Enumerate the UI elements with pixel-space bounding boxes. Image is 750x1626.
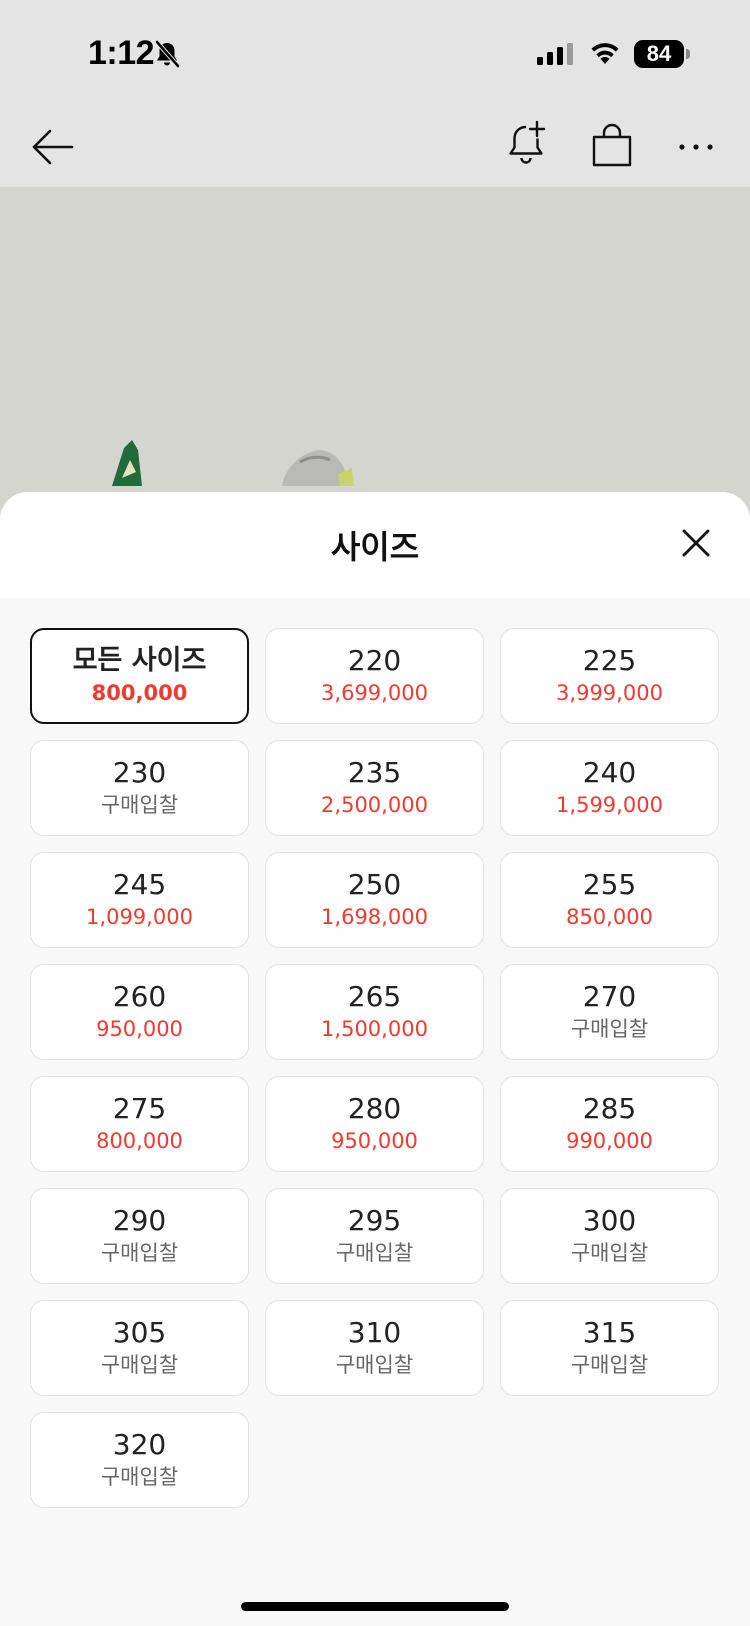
size-bid-label: 구매입찰 [100, 1353, 179, 1377]
size-bid-label: 구매입찰 [335, 1353, 414, 1377]
home-indicator[interactable] [241, 1602, 509, 1611]
size-price: 2,500,000 [321, 793, 428, 817]
size-label: 320 [112, 1428, 167, 1461]
size-option-285[interactable]: 285 990,000 [500, 1076, 719, 1172]
size-option-305[interactable]: 305 구매입찰 [30, 1300, 249, 1396]
size-option-255[interactable]: 255 850,000 [500, 852, 719, 948]
size-label: 235 [347, 756, 402, 789]
status-bar: 1:12 84 [0, 0, 750, 105]
size-option-245[interactable]: 245 1,099,000 [30, 852, 249, 948]
size-label: 315 [582, 1316, 637, 1349]
arrow-left-icon [32, 129, 74, 165]
bell-off-icon [154, 40, 180, 72]
size-label: 250 [347, 868, 402, 901]
size-bid-label: 구매입찰 [570, 1353, 649, 1377]
size-bid-label: 구매입찰 [570, 1017, 649, 1041]
size-label: 245 [112, 868, 167, 901]
status-time: 1:12 [88, 34, 155, 72]
size-label: 260 [112, 980, 167, 1013]
product-image [0, 188, 750, 508]
size-label: 265 [347, 980, 402, 1013]
size-label: 290 [112, 1204, 167, 1237]
size-option-320[interactable]: 320 구매입찰 [30, 1412, 249, 1508]
size-price: 1,099,000 [86, 905, 193, 929]
size-bid-label: 구매입찰 [335, 1241, 414, 1265]
size-label: 240 [582, 756, 637, 789]
size-option-295[interactable]: 295 구매입찰 [265, 1188, 484, 1284]
size-option-225[interactable]: 225 3,999,000 [500, 628, 719, 724]
size-option-270[interactable]: 270 구매입찰 [500, 964, 719, 1060]
size-option-275[interactable]: 275 800,000 [30, 1076, 249, 1172]
size-bid-label: 구매입찰 [570, 1241, 649, 1265]
size-selection-sheet: 사이즈 모든 사이즈 800,000 220 3,699,000 225 3,9… [0, 492, 750, 1626]
bell-plus-icon [509, 120, 546, 164]
size-grid: 모든 사이즈 800,000 220 3,699,000 225 3,999,0… [30, 628, 720, 1508]
size-label: 300 [582, 1204, 637, 1237]
size-price: 990,000 [566, 1129, 653, 1153]
size-option-300[interactable]: 300 구매입찰 [500, 1188, 719, 1284]
size-option-265[interactable]: 265 1,500,000 [265, 964, 484, 1060]
size-price: 1,599,000 [556, 793, 663, 817]
size-label: 305 [112, 1316, 167, 1349]
size-price: 3,699,000 [321, 681, 428, 705]
size-label: 280 [347, 1092, 402, 1125]
sheet-header: 사이즈 [0, 492, 750, 598]
size-label: 230 [112, 756, 167, 789]
more-options-button[interactable] [676, 127, 716, 171]
close-icon [682, 529, 710, 557]
size-option-220[interactable]: 220 3,699,000 [265, 628, 484, 724]
size-option-315[interactable]: 315 구매입찰 [500, 1300, 719, 1396]
size-label: 275 [112, 1092, 167, 1125]
size-bid-label: 구매입찰 [100, 793, 179, 817]
size-price: 1,698,000 [321, 905, 428, 929]
size-option-250[interactable]: 250 1,698,000 [265, 852, 484, 948]
size-price: 800,000 [96, 1129, 183, 1153]
back-button[interactable] [28, 123, 76, 175]
more-horizontal-icon [679, 144, 713, 150]
size-label: 270 [582, 980, 637, 1013]
size-price: 800,000 [91, 681, 188, 705]
size-option-280[interactable]: 280 950,000 [265, 1076, 484, 1172]
cart-button[interactable] [590, 121, 634, 173]
size-price: 950,000 [96, 1017, 183, 1041]
size-option-230[interactable]: 230 구매입찰 [30, 740, 249, 836]
size-label: 285 [582, 1092, 637, 1125]
battery-cap [686, 49, 690, 59]
size-label: 모든 사이즈 [72, 645, 207, 676]
size-label: 225 [582, 644, 637, 677]
size-price: 1,500,000 [321, 1017, 428, 1041]
cellular-signal-icon [537, 43, 573, 69]
size-label: 295 [347, 1204, 402, 1237]
size-price: 950,000 [331, 1129, 418, 1153]
size-label: 220 [347, 644, 402, 677]
size-price: 3,999,000 [556, 681, 663, 705]
battery-indicator: 84 [634, 40, 684, 68]
size-option-260[interactable]: 260 950,000 [30, 964, 249, 1060]
size-price: 850,000 [566, 905, 653, 929]
close-button[interactable] [680, 527, 712, 563]
shopping-bag-icon [592, 123, 632, 167]
price-alert-button[interactable] [506, 119, 550, 173]
size-option-235[interactable]: 235 2,500,000 [265, 740, 484, 836]
size-option-310[interactable]: 310 구매입찰 [265, 1300, 484, 1396]
size-option-all[interactable]: 모든 사이즈 800,000 [30, 628, 249, 724]
size-option-290[interactable]: 290 구매입찰 [30, 1188, 249, 1284]
size-label: 255 [582, 868, 637, 901]
sheet-title: 사이즈 [330, 528, 420, 566]
size-bid-label: 구매입찰 [100, 1241, 179, 1265]
app-bar [0, 105, 750, 188]
wifi-icon [588, 40, 622, 70]
size-bid-label: 구매입찰 [100, 1465, 179, 1489]
size-label: 310 [347, 1316, 402, 1349]
size-option-240[interactable]: 240 1,599,000 [500, 740, 719, 836]
